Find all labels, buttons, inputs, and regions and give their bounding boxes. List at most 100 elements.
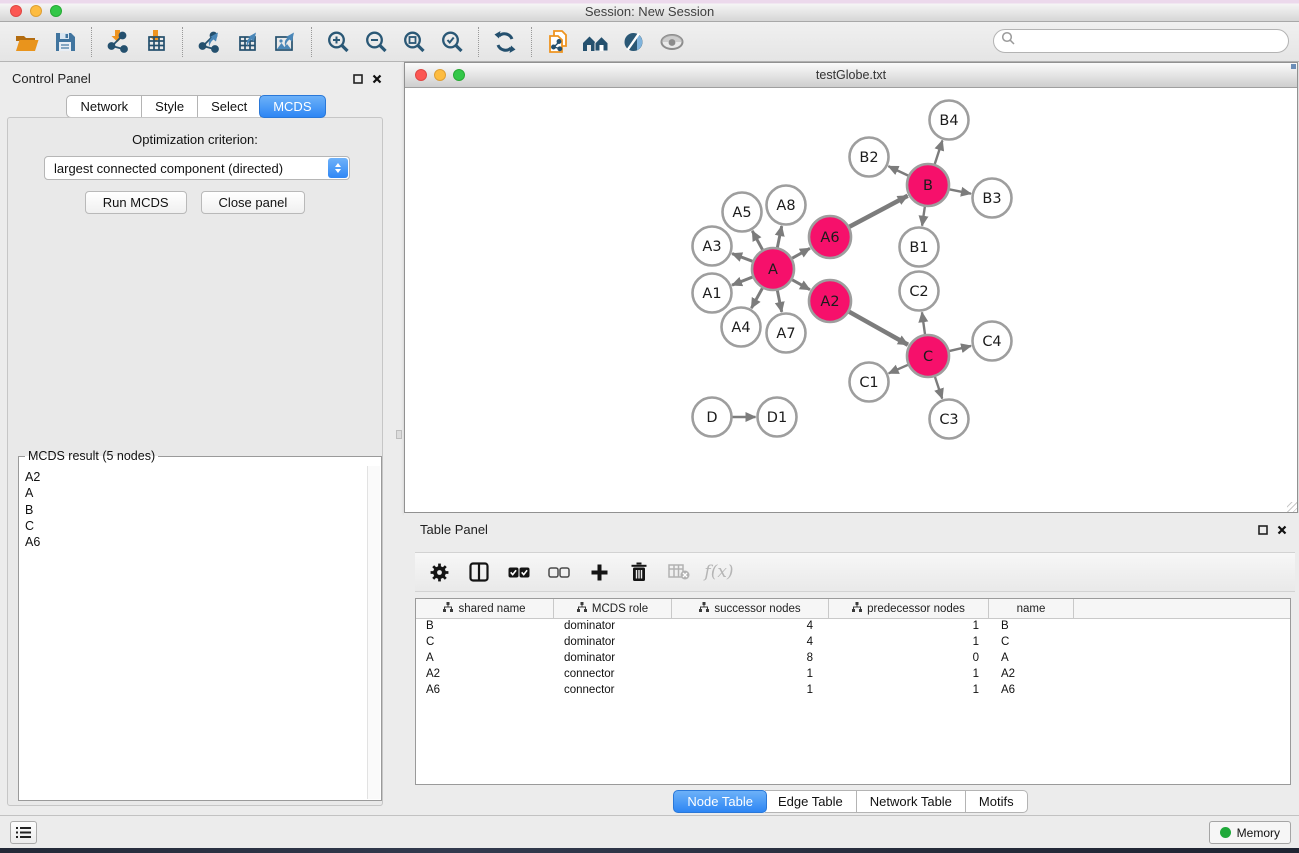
node-D1[interactable]: D1 xyxy=(758,398,797,437)
column-visibility-icon[interactable] xyxy=(467,560,491,584)
node-C4[interactable]: C4 xyxy=(973,322,1012,361)
node-B1[interactable]: B1 xyxy=(900,228,939,267)
result-item-c[interactable]: C xyxy=(25,518,366,534)
node-B3[interactable]: B3 xyxy=(973,179,1012,218)
visual-style-icon[interactable] xyxy=(615,26,653,58)
zoom-in-icon[interactable] xyxy=(319,26,357,58)
result-item-b[interactable]: B xyxy=(25,502,366,518)
edge-A-A4[interactable] xyxy=(751,286,763,309)
node-A8[interactable]: A8 xyxy=(767,186,806,225)
node-B[interactable]: B xyxy=(907,164,949,206)
float-panel-icon[interactable] xyxy=(353,71,363,89)
tab-select[interactable]: Select xyxy=(198,95,261,118)
result-item-a[interactable]: A xyxy=(25,485,366,501)
table-row-a[interactable]: Adominator80A xyxy=(416,651,1290,667)
import-network-icon[interactable] xyxy=(99,26,137,58)
tab-style[interactable]: Style xyxy=(142,95,198,118)
edge-C-C2[interactable] xyxy=(922,312,925,337)
first-neighbors-icon[interactable] xyxy=(577,26,615,58)
edge-B-B4[interactable] xyxy=(934,140,943,166)
edge-C-C1[interactable] xyxy=(889,364,911,374)
search-input[interactable] xyxy=(1016,32,1288,50)
tab-network-table[interactable]: Network Table xyxy=(857,790,966,813)
edge-C-C4[interactable] xyxy=(946,346,971,352)
vertical-splitter-handle[interactable] xyxy=(396,430,402,439)
edge-B-B3[interactable] xyxy=(947,189,971,194)
edge-C-C3[interactable] xyxy=(934,374,942,399)
edge-A-A2[interactable] xyxy=(790,278,810,289)
float-table-panel-icon[interactable] xyxy=(1258,522,1268,540)
edge-A-A1[interactable] xyxy=(732,276,755,285)
close-table-panel-icon[interactable] xyxy=(1277,522,1287,540)
export-image-icon[interactable] xyxy=(266,26,304,58)
result-item-a2[interactable]: A2 xyxy=(25,469,366,485)
zoom-out-icon[interactable] xyxy=(357,26,395,58)
task-history-button[interactable] xyxy=(10,821,37,844)
zoom-fit-icon[interactable] xyxy=(395,26,433,58)
save-session-icon[interactable] xyxy=(46,26,84,58)
tab-edge-table[interactable]: Edge Table xyxy=(765,790,857,813)
export-table-icon[interactable] xyxy=(228,26,266,58)
tab-network[interactable]: Network xyxy=(66,95,142,118)
node-A2[interactable]: A2 xyxy=(809,280,851,322)
export-network-icon[interactable] xyxy=(190,26,228,58)
result-item-a6[interactable]: A6 xyxy=(25,534,366,550)
tab-node-table[interactable]: Node Table xyxy=(673,790,767,813)
edge-A-A6[interactable] xyxy=(790,248,810,259)
apply-layout-icon[interactable] xyxy=(486,26,524,58)
delete-column-icon[interactable] xyxy=(627,560,651,584)
node-B2[interactable]: B2 xyxy=(850,138,889,177)
edge-A-A7[interactable] xyxy=(777,288,782,312)
column-header-shared-name[interactable]: shared name xyxy=(416,599,554,618)
table-row-c[interactable]: Cdominator41C xyxy=(416,635,1290,651)
node-A5[interactable]: A5 xyxy=(723,193,762,232)
run-mcds-button[interactable]: Run MCDS xyxy=(85,191,187,214)
select-all-checks-icon[interactable] xyxy=(507,560,531,584)
open-session-icon[interactable] xyxy=(8,26,46,58)
search-box[interactable] xyxy=(993,29,1289,53)
edge-B-B1[interactable] xyxy=(922,204,925,226)
column-header-mcds-role[interactable]: MCDS role xyxy=(554,599,672,618)
edge-A2-C[interactable] xyxy=(847,310,908,344)
node-C1[interactable]: C1 xyxy=(850,363,889,402)
network-window-titlebar[interactable]: testGlobe.txt xyxy=(405,63,1297,88)
node-A3[interactable]: A3 xyxy=(693,227,732,266)
column-header-name[interactable]: name xyxy=(989,599,1074,618)
edge-A-A5[interactable] xyxy=(752,231,764,252)
import-table-icon[interactable] xyxy=(137,26,175,58)
node-D[interactable]: D xyxy=(693,398,732,437)
node-C[interactable]: C xyxy=(907,335,949,377)
tab-motifs[interactable]: Motifs xyxy=(966,790,1028,813)
window-resize-handle[interactable] xyxy=(1287,502,1297,512)
node-C3[interactable]: C3 xyxy=(930,400,969,439)
optimization-criterion-dropdown[interactable]: largest connected component (directed) xyxy=(44,156,350,180)
edge-A-A3[interactable] xyxy=(732,254,755,263)
show-details-icon[interactable] xyxy=(653,26,691,58)
table-row-b[interactable]: Bdominator41B xyxy=(416,619,1290,635)
table-settings-icon[interactable] xyxy=(427,560,451,584)
clone-network-icon[interactable] xyxy=(539,26,577,58)
network-canvas[interactable]: A A1 A2 A3 A4 A5 A6 A7 A8 B B1 B2 B3B4 C C1 C2 C3C4 D D1 xyxy=(405,88,1297,512)
close-panel-icon[interactable] xyxy=(372,71,382,89)
column-header-successor-nodes[interactable]: successor nodes xyxy=(672,599,829,618)
node-A7[interactable]: A7 xyxy=(767,314,806,353)
node-A[interactable]: A xyxy=(752,248,794,290)
add-column-icon[interactable] xyxy=(587,560,611,584)
node-B4[interactable]: B4 xyxy=(930,101,969,140)
node-A6[interactable]: A6 xyxy=(809,216,851,258)
table-row-a6[interactable]: A6connector11A6 xyxy=(416,683,1290,699)
tab-mcds[interactable]: MCDS xyxy=(259,95,325,118)
edge-A6-B[interactable] xyxy=(847,196,908,228)
zoom-selected-icon[interactable] xyxy=(433,26,471,58)
close-panel-button[interactable]: Close panel xyxy=(201,191,306,214)
node-A1[interactable]: A1 xyxy=(693,274,732,313)
memory-button[interactable]: Memory xyxy=(1209,821,1291,844)
node-C2[interactable]: C2 xyxy=(900,272,939,311)
column-header-predecessor-nodes[interactable]: predecessor nodes xyxy=(829,599,989,618)
node-A4[interactable]: A4 xyxy=(722,308,761,347)
table-row-a2[interactable]: A2connector11A2 xyxy=(416,667,1290,683)
edge-A-A8[interactable] xyxy=(777,226,782,250)
clear-all-checks-icon[interactable] xyxy=(547,560,571,584)
edge-B-B2[interactable] xyxy=(888,166,910,177)
result-scrollbar[interactable] xyxy=(367,466,380,799)
